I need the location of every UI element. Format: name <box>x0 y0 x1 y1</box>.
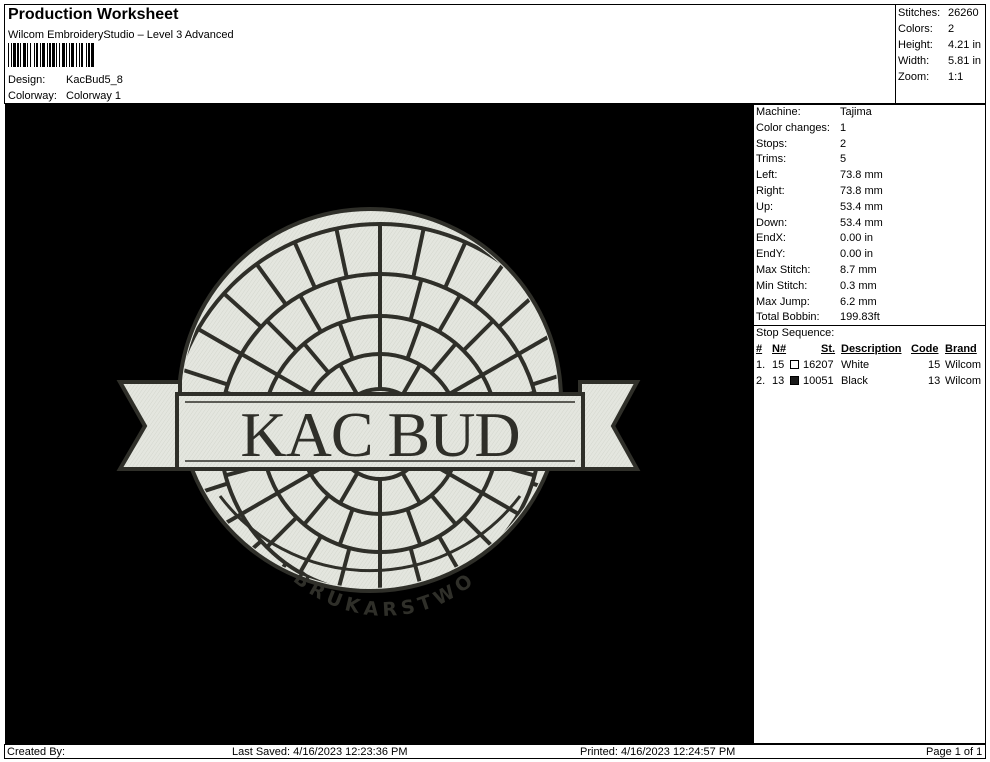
total-bobbin-label: Total Bobbin: <box>756 311 820 323</box>
endx-label: EndX: <box>756 232 786 244</box>
row-2-needle: 13 <box>772 375 785 387</box>
colorway-label: Colorway: <box>8 90 57 102</box>
width-label: Width: <box>898 55 930 67</box>
max-jump-label: Max Jump: <box>756 296 810 308</box>
row-2-description: Black <box>841 375 868 387</box>
up-label: Up: <box>756 201 774 213</box>
design-preview: KAC BUD BRUKARSTWO <box>5 104 753 744</box>
endx-value: 0.00 in <box>840 232 874 244</box>
height-label: Height: <box>898 39 933 51</box>
left-label: Left: <box>756 169 778 181</box>
down-label: Down: <box>756 217 788 229</box>
min-stitch-value: 0.3 mm <box>840 280 877 292</box>
page-title: Production Worksheet <box>8 6 179 23</box>
row-2-code: 13 <box>928 375 941 387</box>
row-2-num: 2. <box>756 375 766 387</box>
down-value: 53.4 mm <box>840 217 883 229</box>
software-name: Wilcom EmbroideryStudio – Level 3 Advanc… <box>8 29 234 41</box>
colorway-name: Colorway 1 <box>66 90 122 102</box>
max-stitch-label: Max Stitch: <box>756 264 811 276</box>
col-header-brand: Brand <box>945 343 977 355</box>
total-bobbin-value: 199.83ft <box>840 311 880 323</box>
stops-value: 2 <box>840 138 847 150</box>
height-value: 4.21 in <box>948 39 982 51</box>
max-jump-value: 6.2 mm <box>840 296 877 308</box>
created-by: Created By: <box>7 746 66 758</box>
row-1-needle: 15 <box>772 359 785 371</box>
trims-value: 5 <box>840 153 847 165</box>
row-2-color-swatch <box>790 376 799 385</box>
up-value: 53.4 mm <box>840 201 883 213</box>
endy-value: 0.00 in <box>840 248 874 260</box>
printed-date: Printed: 4/16/2023 12:24:57 PM <box>580 746 736 758</box>
zoom-label: Zoom: <box>898 71 930 83</box>
banner-left-tail <box>116 380 182 471</box>
stop-sequence-title: Stop Sequence: <box>756 327 835 339</box>
design-label: Design: <box>8 74 46 86</box>
design-name: KacBud5_8 <box>66 74 123 86</box>
embroidery-design: KAC BUD BRUKARSTWO <box>116 207 641 621</box>
stitches-value: 26260 <box>948 7 979 19</box>
row-1-color-swatch <box>790 360 799 369</box>
stops-label: Stops: <box>756 138 788 150</box>
row-2-stitches: 10051 <box>803 375 834 387</box>
right-value: 73.8 mm <box>840 185 883 197</box>
logo-main-text: KAC BUD <box>240 399 519 470</box>
col-header-stitches: St. <box>821 343 836 355</box>
col-header-needle: N# <box>772 343 787 355</box>
colors-value: 2 <box>948 23 955 35</box>
row-1-description: White <box>841 359 870 371</box>
barcode <box>8 43 94 67</box>
machine-label: Machine: <box>756 106 801 118</box>
worksheet-footer <box>4 744 986 759</box>
col-header-description: Description <box>841 343 902 355</box>
row-1-brand: Wilcom <box>945 359 982 371</box>
col-header-code: Code <box>911 343 939 355</box>
row-1-code: 15 <box>928 359 941 371</box>
row-1-num: 1. <box>756 359 766 371</box>
colors-label: Colors: <box>898 23 933 35</box>
endy-label: EndY: <box>756 248 786 260</box>
min-stitch-label: Min Stitch: <box>756 280 808 292</box>
color-changes-value: 1 <box>840 122 847 134</box>
trims-label: Trims: <box>756 153 787 165</box>
last-saved: Last Saved: 4/16/2023 12:23:36 PM <box>232 746 408 758</box>
max-stitch-value: 8.7 mm <box>840 264 877 276</box>
machine-value: Tajima <box>840 106 872 118</box>
col-header-num: # <box>756 343 763 355</box>
zoom-value: 1:1 <box>948 71 964 83</box>
row-1-stitches: 16207 <box>803 359 834 371</box>
row-2-brand: Wilcom <box>945 375 982 387</box>
color-changes-label: Color changes: <box>756 122 830 134</box>
banner-right-tail <box>578 380 641 471</box>
stitches-label: Stitches: <box>898 7 941 19</box>
right-label: Right: <box>756 185 785 197</box>
left-value: 73.8 mm <box>840 169 883 181</box>
width-value: 5.81 in <box>948 55 982 67</box>
page-number: Page 1 of 1 <box>926 746 983 758</box>
